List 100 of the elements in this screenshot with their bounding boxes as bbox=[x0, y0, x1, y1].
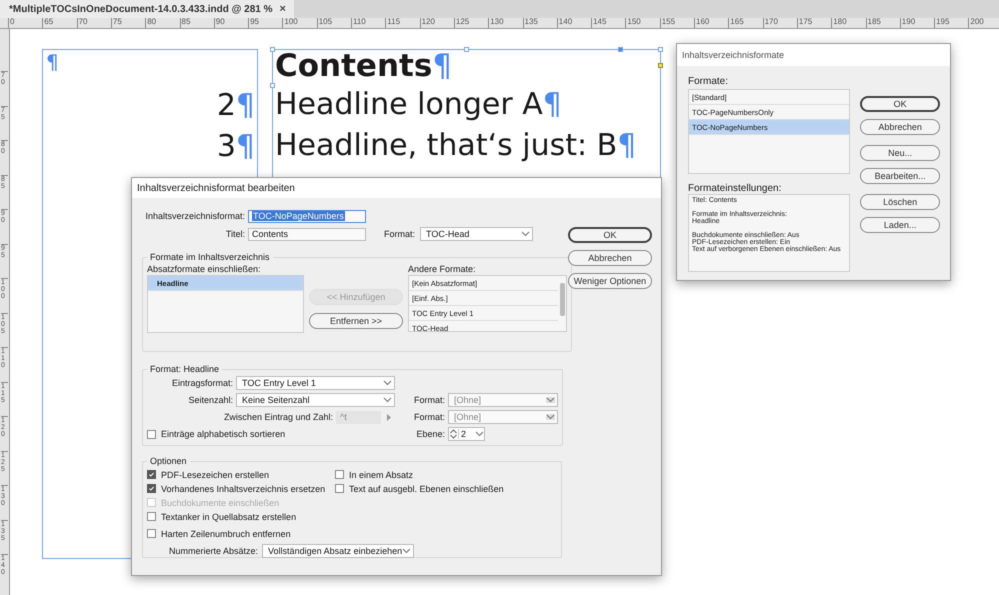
toc-entry: Headline, that‘s just: B bbox=[275, 127, 618, 165]
checkbox-label: PDF-Lesezeichen erstellen bbox=[161, 470, 270, 480]
field-label: Format: bbox=[412, 412, 445, 422]
level-spinner[interactable]: 2 bbox=[448, 427, 485, 441]
list-label: Absatzformate einschließen: bbox=[147, 264, 262, 274]
ruler-label: 125 bbox=[454, 18, 470, 28]
toc-heading: Contents bbox=[275, 50, 432, 82]
checkbox-label: Textanker in Quellabsatz erstellen bbox=[161, 512, 296, 522]
ruler-label: 65 bbox=[42, 18, 54, 28]
list-label: Formateinstellungen: bbox=[688, 183, 782, 194]
frame-handle[interactable] bbox=[658, 63, 663, 68]
checkbox[interactable] bbox=[335, 484, 344, 493]
field-label: Nummerierte Absätze: bbox=[169, 546, 258, 556]
ruler-label: 160 bbox=[694, 18, 710, 28]
frame-handle[interactable] bbox=[618, 47, 623, 52]
toc-entry: Headline longer A bbox=[275, 86, 543, 124]
checkbox[interactable] bbox=[147, 529, 156, 538]
chevron-down-icon bbox=[546, 397, 555, 403]
checkbox-label: Buchdokumente einschließen bbox=[161, 498, 280, 508]
button[interactable]: OK bbox=[568, 227, 652, 243]
button[interactable]: Abbrechen bbox=[860, 119, 940, 135]
ruler-label: 0 bbox=[8, 18, 14, 28]
ruler-label: 115 bbox=[385, 18, 400, 28]
dropdown[interactable]: Vollständigen Absatz einbeziehen bbox=[262, 544, 414, 558]
dropdown[interactable]: TOC Entry Level 1 bbox=[236, 376, 395, 390]
chevron-down-icon bbox=[475, 431, 484, 437]
group-title: Format: Headline bbox=[149, 364, 220, 374]
button[interactable]: Bearbeiten... bbox=[860, 168, 940, 184]
ruler-label: 70 bbox=[76, 18, 88, 28]
pilcrow-mark: ¶ bbox=[542, 86, 562, 124]
chevron-down-icon bbox=[383, 380, 392, 386]
chevron-down-icon bbox=[383, 397, 392, 403]
field-label: Format: bbox=[382, 229, 415, 239]
chevron-down-icon bbox=[521, 231, 530, 237]
ruler-label: 195 bbox=[934, 18, 950, 28]
up-down-arrows-icon[interactable] bbox=[449, 428, 458, 440]
field-label: Titel: bbox=[224, 229, 245, 239]
page-number: 2 bbox=[216, 87, 236, 125]
frame-handle[interactable] bbox=[270, 83, 275, 88]
input-field[interactable]: Contents bbox=[248, 228, 366, 240]
dialog-title: Inhaltsverzeichnisformate bbox=[677, 44, 950, 66]
ruler-label: 110 bbox=[351, 18, 366, 28]
ruler-label: 165 bbox=[728, 18, 744, 28]
button[interactable]: Entfernen >> bbox=[309, 313, 403, 329]
chevron-down-icon bbox=[402, 548, 412, 554]
button[interactable]: OK bbox=[860, 96, 940, 112]
input-field[interactable]: TOC-NoPageNumbers bbox=[248, 210, 366, 222]
frame-handle[interactable] bbox=[464, 47, 469, 52]
checkbox-label: Einträge alphabetisch sortieren bbox=[161, 429, 286, 439]
ruler-label: 175 bbox=[796, 18, 812, 28]
document-tab[interactable]: *MultipleTOCsInOneDocument-14.0.3.433.indd @ 281 % × bbox=[0, 0, 294, 18]
dropdown[interactable]: Keine Seitenzahl bbox=[236, 393, 395, 407]
button[interactable]: Laden... bbox=[860, 217, 940, 233]
ruler-label: 135 bbox=[522, 18, 538, 28]
ruler-label: 180 bbox=[831, 18, 847, 28]
checkbox-label: Text auf ausgebl. Ebenen einschließen bbox=[349, 484, 504, 494]
ruler-label: 95 bbox=[248, 18, 259, 28]
ruler-label: 185 bbox=[866, 18, 881, 28]
ruler-label: 90 bbox=[214, 18, 225, 28]
checkbox[interactable] bbox=[335, 470, 344, 479]
list-label: Andere Formate: bbox=[408, 264, 477, 274]
group-title: Formate im Inhaltsverzeichnis bbox=[149, 252, 271, 262]
ruler-label: 145 bbox=[591, 18, 606, 28]
checkbox[interactable] bbox=[147, 430, 156, 438]
frame-handle[interactable] bbox=[270, 47, 275, 52]
frame-handle[interactable] bbox=[658, 47, 663, 52]
ruler-label: 140 bbox=[556, 18, 572, 28]
ruler-label: 75 bbox=[110, 18, 122, 28]
checkbox[interactable] bbox=[147, 484, 156, 493]
page-number: 3 bbox=[216, 128, 236, 166]
button[interactable]: Löschen bbox=[860, 194, 940, 210]
ruler-label: 100 bbox=[282, 18, 298, 28]
ruler-label: 200 bbox=[968, 18, 984, 28]
pilcrow-mark: ¶ bbox=[432, 50, 452, 82]
button[interactable]: Neu... bbox=[860, 145, 940, 161]
button[interactable]: Abbrechen bbox=[568, 250, 652, 266]
field-label: Format: bbox=[412, 395, 445, 405]
checkbox-label: Harten Zeilenumbruch entfernen bbox=[161, 528, 291, 538]
group-title: Optionen bbox=[149, 456, 188, 466]
checkbox[interactable] bbox=[147, 470, 156, 479]
checkbox[interactable] bbox=[147, 512, 156, 521]
field-label: Ebene: bbox=[415, 429, 445, 439]
pilcrow-mark: ¶ bbox=[236, 87, 255, 125]
ruler-label: 170 bbox=[762, 18, 778, 28]
ruler-label: 155 bbox=[660, 18, 676, 28]
dialog-title: Inhaltsverzeichnisformat bearbeiten bbox=[132, 178, 661, 198]
pilcrow-mark: ¶ bbox=[236, 128, 255, 166]
chevron-down-icon bbox=[546, 414, 555, 420]
field-label: Zwischen Eintrag und Zahl: bbox=[224, 412, 333, 422]
ruler-label: 150 bbox=[625, 18, 641, 28]
dropdown[interactable]: TOC-Head bbox=[420, 227, 533, 241]
button[interactable]: Weniger Optionen bbox=[568, 273, 652, 289]
triangle-right-icon[interactable] bbox=[386, 414, 392, 420]
list-label: Formate: bbox=[688, 76, 730, 87]
ruler-label: 80 bbox=[145, 18, 156, 28]
checkbox-label: In einem Absatz bbox=[349, 470, 414, 480]
ruler-label: 85 bbox=[180, 18, 190, 28]
field-label: Eintragsformat: bbox=[170, 378, 233, 388]
checkbox-label: Vorhandenes Inhaltsverzeichnis ersetzen bbox=[161, 484, 326, 494]
pilcrow-mark: ¶ bbox=[617, 127, 636, 165]
